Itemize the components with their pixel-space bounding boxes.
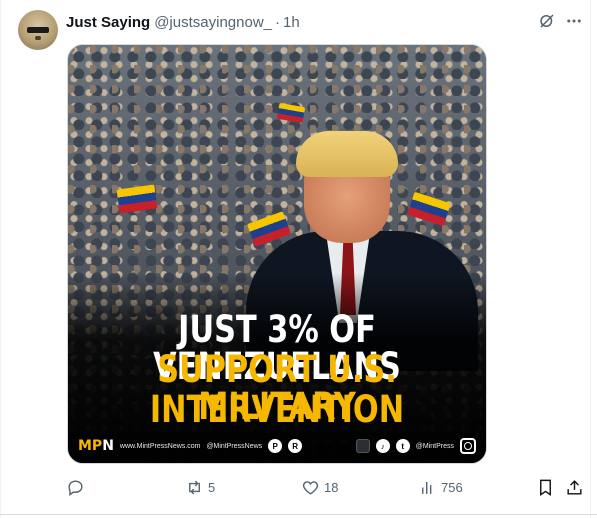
author-name[interactable]: Just Saying (66, 14, 150, 31)
website-text: www.MintPressNews.com (119, 442, 201, 450)
views-icon (422, 481, 432, 494)
logo-left: MP (78, 438, 103, 454)
instagram-icon (460, 438, 476, 454)
tweet-time[interactable]: 1h (283, 14, 300, 31)
like-count: 18 (324, 479, 339, 495)
share-icon (567, 479, 582, 495)
figure-hair (296, 131, 398, 177)
handle-text-2: @MintPress (415, 442, 454, 450)
like-icon (302, 480, 319, 495)
twitter-icon: t (395, 439, 410, 453)
separator-dot: · (275, 13, 280, 31)
rumble-icon: R (288, 439, 303, 453)
action-bar: 5 18 756 (66, 476, 586, 498)
tweet-header: Just Saying @justsayingnow_ · 1h (66, 12, 300, 32)
retweet-button[interactable]: 5 (185, 476, 215, 498)
logo-right: N (102, 438, 114, 454)
left-border (0, 0, 1, 518)
views-button[interactable]: 756 (418, 476, 463, 498)
tweet-image[interactable]: JUST 3% OF VENEZUELANS SUPPORT U.S. MILI… (67, 44, 487, 464)
headline-line-3: INTERVENTION (149, 388, 405, 431)
qr-icon (355, 439, 370, 453)
avatar-nose (35, 36, 41, 40)
handle-text-1: @MintPressNews (206, 442, 263, 450)
author-handle[interactable]: @justsayingnow_ (154, 14, 272, 31)
bookmark-button[interactable] (536, 476, 555, 498)
bottom-border (0, 514, 597, 515)
more-icon[interactable] (563, 10, 585, 32)
right-border (590, 0, 591, 518)
mintpress-logo: MP N (78, 438, 114, 454)
views-count: 756 (441, 479, 463, 495)
tiktok-icon: ♪ (375, 439, 390, 453)
reply-icon (68, 479, 83, 496)
retweet-count: 5 (208, 479, 216, 495)
reply-button[interactable] (66, 476, 89, 498)
avatar[interactable] (18, 10, 58, 50)
like-button[interactable]: 18 (301, 476, 338, 498)
bookmark-icon (540, 479, 551, 496)
avatar-glasses (27, 27, 49, 33)
grok-icon[interactable] (536, 10, 558, 32)
share-button[interactable] (565, 476, 584, 498)
retweet-icon (189, 480, 200, 494)
patreon-icon: P (268, 439, 283, 453)
media-footer: MP N www.MintPressNews.com @MintPressNews… (68, 429, 486, 463)
